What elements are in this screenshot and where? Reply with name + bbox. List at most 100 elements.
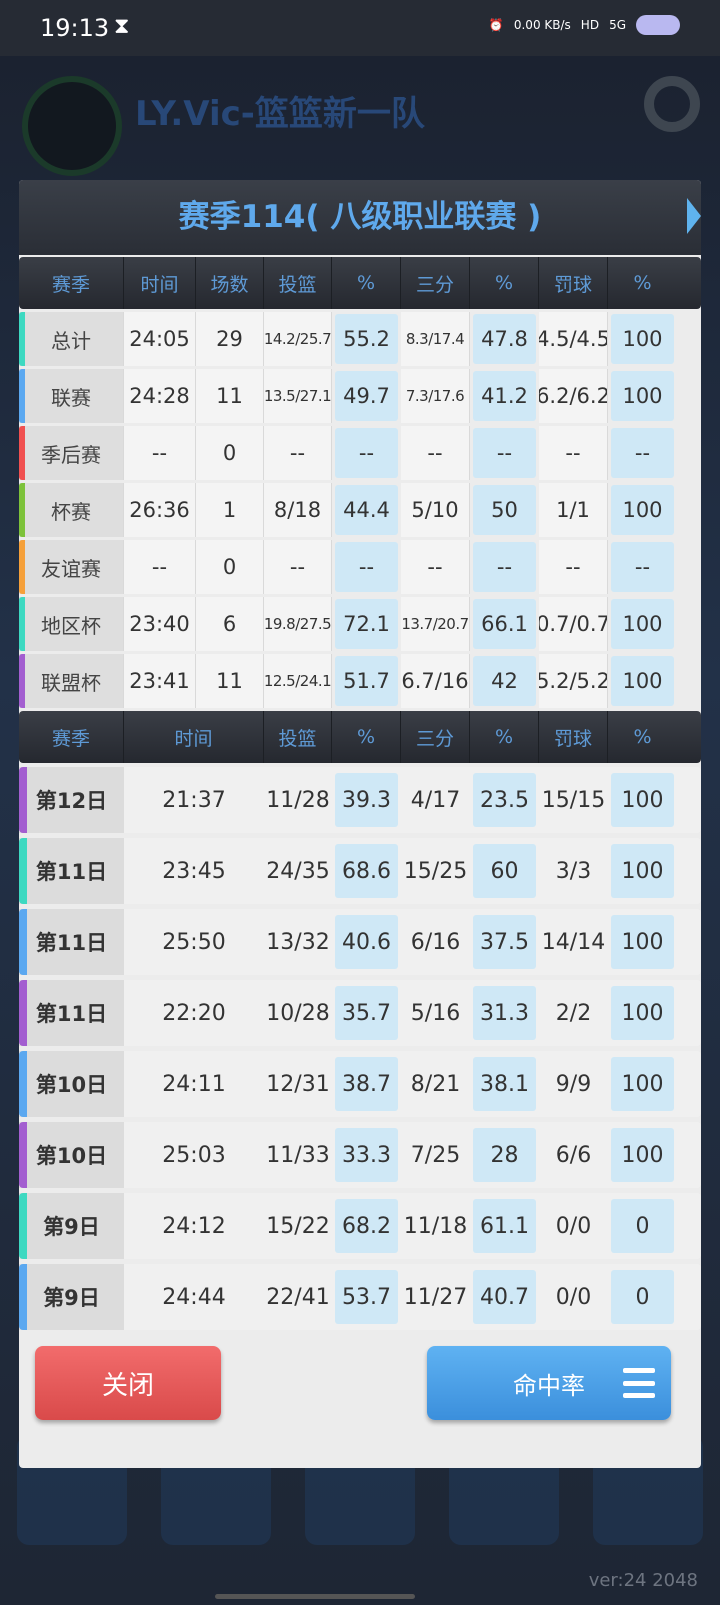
- game-cell-three: 15/25: [403, 858, 468, 884]
- game-cell-time: 25:50: [162, 929, 226, 955]
- summary-cell-ft_pct: 100: [611, 656, 674, 706]
- game-cell-three: 11/18: [403, 1213, 468, 1239]
- game-cell-ft: 9/9: [555, 1071, 592, 1097]
- game-row[interactable]: 第11日 22:20 10/28 35.7 5/16 31.3 2/2 100: [19, 980, 701, 1046]
- game-header-cell: 投篮: [264, 711, 332, 763]
- close-button[interactable]: 关闭: [35, 1346, 221, 1420]
- status-icons: ⏰ 0.00 KB/s HD 5G: [489, 15, 680, 35]
- signal-icon: 5G: [609, 18, 626, 32]
- game-row[interactable]: 第9日 24:12 15/22 68.2 11/18 61.1 0/0 0: [19, 1193, 701, 1259]
- summary-cell-ft_pct: 100: [611, 371, 674, 421]
- summary-cell-fg: 8/18: [264, 483, 332, 537]
- summary-cell-three: 7.3/17.6: [401, 369, 470, 423]
- game-header-cell: %: [470, 711, 539, 763]
- row-color-marker: [19, 980, 27, 1046]
- summary-cell-label: 地区杯: [19, 597, 124, 651]
- game-cell-ft: 6/6: [555, 1142, 592, 1168]
- game-row[interactable]: 第9日 24:44 22/41 53.7 11/27 40.7 0/0 0: [19, 1264, 701, 1330]
- summary-cell-games: 0: [196, 540, 264, 594]
- row-color-marker: [19, 369, 25, 423]
- summary-row[interactable]: 地区杯 23:40 6 19.8/27.5 72.1 13.7/20.7 66.1 0.7/0…: [19, 597, 701, 651]
- summary-cell-fg: 19.8/27.5: [264, 597, 332, 651]
- summary-cell-three_pct: 66.1: [473, 599, 536, 649]
- game-cell-fg_pct: 68.2: [335, 1199, 398, 1253]
- next-arrow-icon[interactable]: [687, 198, 701, 234]
- game-cell-ft_pct: 100: [611, 915, 674, 969]
- summary-cell-three: 8.3/17.4: [401, 312, 470, 366]
- game-cell-label: 第12日: [19, 767, 124, 833]
- game-cell-ft: 3/3: [555, 858, 592, 884]
- summary-cell-ft_pct: 100: [611, 599, 674, 649]
- row-color-marker: [19, 654, 25, 708]
- net-speed: 0.00 KB/s: [513, 18, 571, 32]
- game-cell-fg_pct: 39.3: [335, 773, 398, 827]
- summary-row[interactable]: 友谊赛 -- 0 -- -- -- -- -- --: [19, 540, 701, 594]
- summary-cell-games: 1: [196, 483, 264, 537]
- summary-cell-ft: 0.7/0.7: [539, 597, 608, 651]
- game-cell-three: 5/16: [410, 1000, 461, 1026]
- game-row[interactable]: 第12日 21:37 11/28 39.3 4/17 23.5 15/15 100: [19, 767, 701, 833]
- summary-cell-ft: 1/1: [539, 483, 608, 537]
- stats-dialog: 赛季114( 八级职业联赛 ) 赛季 时间 场数 投篮% 三分% 罚球% 总计 24:05 2…: [19, 180, 701, 1468]
- summary-cell-three: --: [401, 426, 470, 480]
- game-cell-fg: 22/41: [266, 1284, 330, 1310]
- game-row[interactable]: 第10日 25:03 11/33 33.3 7/25 28 6/6 100: [19, 1122, 701, 1188]
- game-row[interactable]: 第11日 25:50 13/32 40.6 6/16 37.5 14/14 100: [19, 909, 701, 975]
- game-cell-ft_pct: 100: [611, 1128, 674, 1182]
- summary-row[interactable]: 联盟杯 23:41 11 12.5/24.1 51.7 6.7/16 42 5.2/5.2 10…: [19, 654, 701, 708]
- gear-icon: [644, 76, 700, 132]
- row-color-marker: [19, 312, 25, 366]
- summary-row[interactable]: 杯赛 26:36 1 8/18 44.4 5/10 50 1/1 100: [19, 483, 701, 537]
- summary-cell-three_pct: --: [473, 542, 536, 592]
- summary-row[interactable]: 季后赛 -- 0 -- -- -- -- -- --: [19, 426, 701, 480]
- summary-cell-time: --: [124, 540, 196, 594]
- game-cell-label: 第11日: [19, 980, 124, 1046]
- summary-cell-fg: 12.5/24.1: [264, 654, 332, 708]
- game-cell-three_pct: 61.1: [473, 1199, 536, 1253]
- game-cell-ft_pct: 100: [611, 844, 674, 898]
- summary-cell-fg: --: [264, 540, 332, 594]
- summary-cell-time: 23:41: [124, 654, 196, 708]
- game-cell-ft_pct: 100: [611, 986, 674, 1040]
- home-indicator[interactable]: [215, 1594, 415, 1599]
- row-color-marker: [19, 597, 25, 651]
- game-cell-time: 24:12: [162, 1213, 226, 1239]
- game-cell-ft: 0/0: [555, 1284, 592, 1310]
- summary-header-cell: %: [470, 257, 539, 309]
- game-cell-fg_pct: 38.7: [335, 1057, 398, 1111]
- game-cell-fg: 24/35: [266, 858, 330, 884]
- summary-row[interactable]: 总计 24:05 29 14.2/25.7 55.2 8.3/17.4 47.8 4.5/4.…: [19, 312, 701, 366]
- game-header-cell: %: [332, 711, 401, 763]
- summary-header: 赛季 时间 场数 投篮% 三分% 罚球%: [19, 257, 701, 309]
- team-logo: [22, 76, 122, 176]
- summary-cell-ft: 4.5/4.5: [539, 312, 608, 366]
- summary-cell-three: 5/10: [401, 483, 470, 537]
- summary-cell-fg_pct: 44.4: [335, 485, 398, 535]
- game-cell-fg: 13/32: [266, 929, 330, 955]
- game-cell-time: 24:11: [162, 1071, 226, 1097]
- game-cell-three: 6/16: [410, 929, 461, 955]
- game-cell-fg_pct: 35.7: [335, 986, 398, 1040]
- summary-cell-three_pct: 41.2: [473, 371, 536, 421]
- game-cell-time: 24:44: [162, 1284, 226, 1310]
- game-cell-ft: 2/2: [555, 1000, 592, 1026]
- summary-cell-fg_pct: 51.7: [335, 656, 398, 706]
- game-cell-ft: 0/0: [555, 1213, 592, 1239]
- battery-icon: [636, 15, 680, 35]
- game-cell-ft_pct: 0: [611, 1270, 674, 1324]
- game-row[interactable]: 第10日 24:11 12/31 38.7 8/21 38.1 9/9 100: [19, 1051, 701, 1117]
- summary-header-cell: 投篮: [264, 257, 332, 309]
- game-cell-fg: 15/22: [266, 1213, 330, 1239]
- hit-rate-label: 命中率: [513, 1371, 585, 1400]
- game-row[interactable]: 第11日 23:45 24/35 68.6 15/25 60 3/3 100: [19, 838, 701, 904]
- version-label: ver:24 2048: [588, 1570, 698, 1591]
- row-color-marker: [19, 909, 27, 975]
- game-header-cell: 三分: [401, 711, 470, 763]
- summary-cell-time: 26:36: [124, 483, 196, 537]
- game-header-cell: %: [633, 726, 652, 748]
- summary-cell-fg_pct: 72.1: [335, 599, 398, 649]
- summary-row[interactable]: 联赛 24:28 11 13.5/27.1 49.7 7.3/17.6 41.2 6.2/6.…: [19, 369, 701, 423]
- hit-rate-button[interactable]: 命中率: [427, 1346, 671, 1420]
- game-cell-label: 第11日: [19, 909, 124, 975]
- summary-cell-ft: 6.2/6.2: [539, 369, 608, 423]
